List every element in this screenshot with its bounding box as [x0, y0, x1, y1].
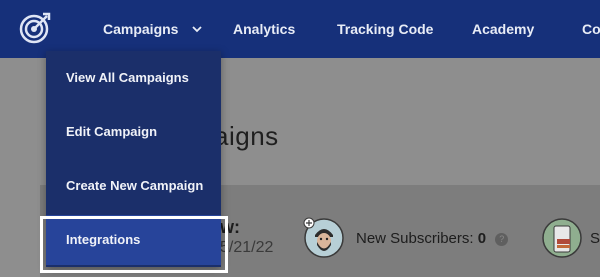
nav-analytics[interactable]: Analytics [233, 0, 295, 58]
page-title: aigns [214, 121, 279, 151]
menu-item-create-new-campaign[interactable]: Create New Campaign [46, 161, 221, 211]
new-subscribers-value: 0 [477, 230, 487, 247]
date-value: 5/21/22 [220, 239, 274, 256]
new-subscribers-label: New Subscribers: [356, 230, 474, 247]
nav-tracking-code[interactable]: Tracking Code [337, 0, 433, 58]
nav-more[interactable]: Co [582, 0, 600, 58]
chevron-down-icon [192, 26, 202, 33]
new-subscribers-stat: New Subscribers: 0 ? [356, 230, 509, 247]
bearded-avatar-icon [303, 217, 344, 258]
nav-campaigns[interactable]: Campaigns [103, 0, 202, 58]
next-stat-label: S [590, 230, 600, 247]
target-logo-icon[interactable] [18, 11, 52, 45]
phone-icon [542, 218, 582, 258]
nav-campaigns-label: Campaigns [103, 21, 179, 37]
integrations-highlight-outline [40, 216, 228, 273]
nav-academy[interactable]: Academy [472, 0, 534, 58]
menu-item-edit-campaign[interactable]: Edit Campaign [46, 107, 221, 157]
info-icon[interactable]: ? [495, 233, 509, 246]
menu-item-view-all-campaigns[interactable]: View All Campaigns [46, 53, 221, 103]
top-navigation-bar: Campaigns Analytics Tracking Code Academ… [0, 0, 600, 58]
